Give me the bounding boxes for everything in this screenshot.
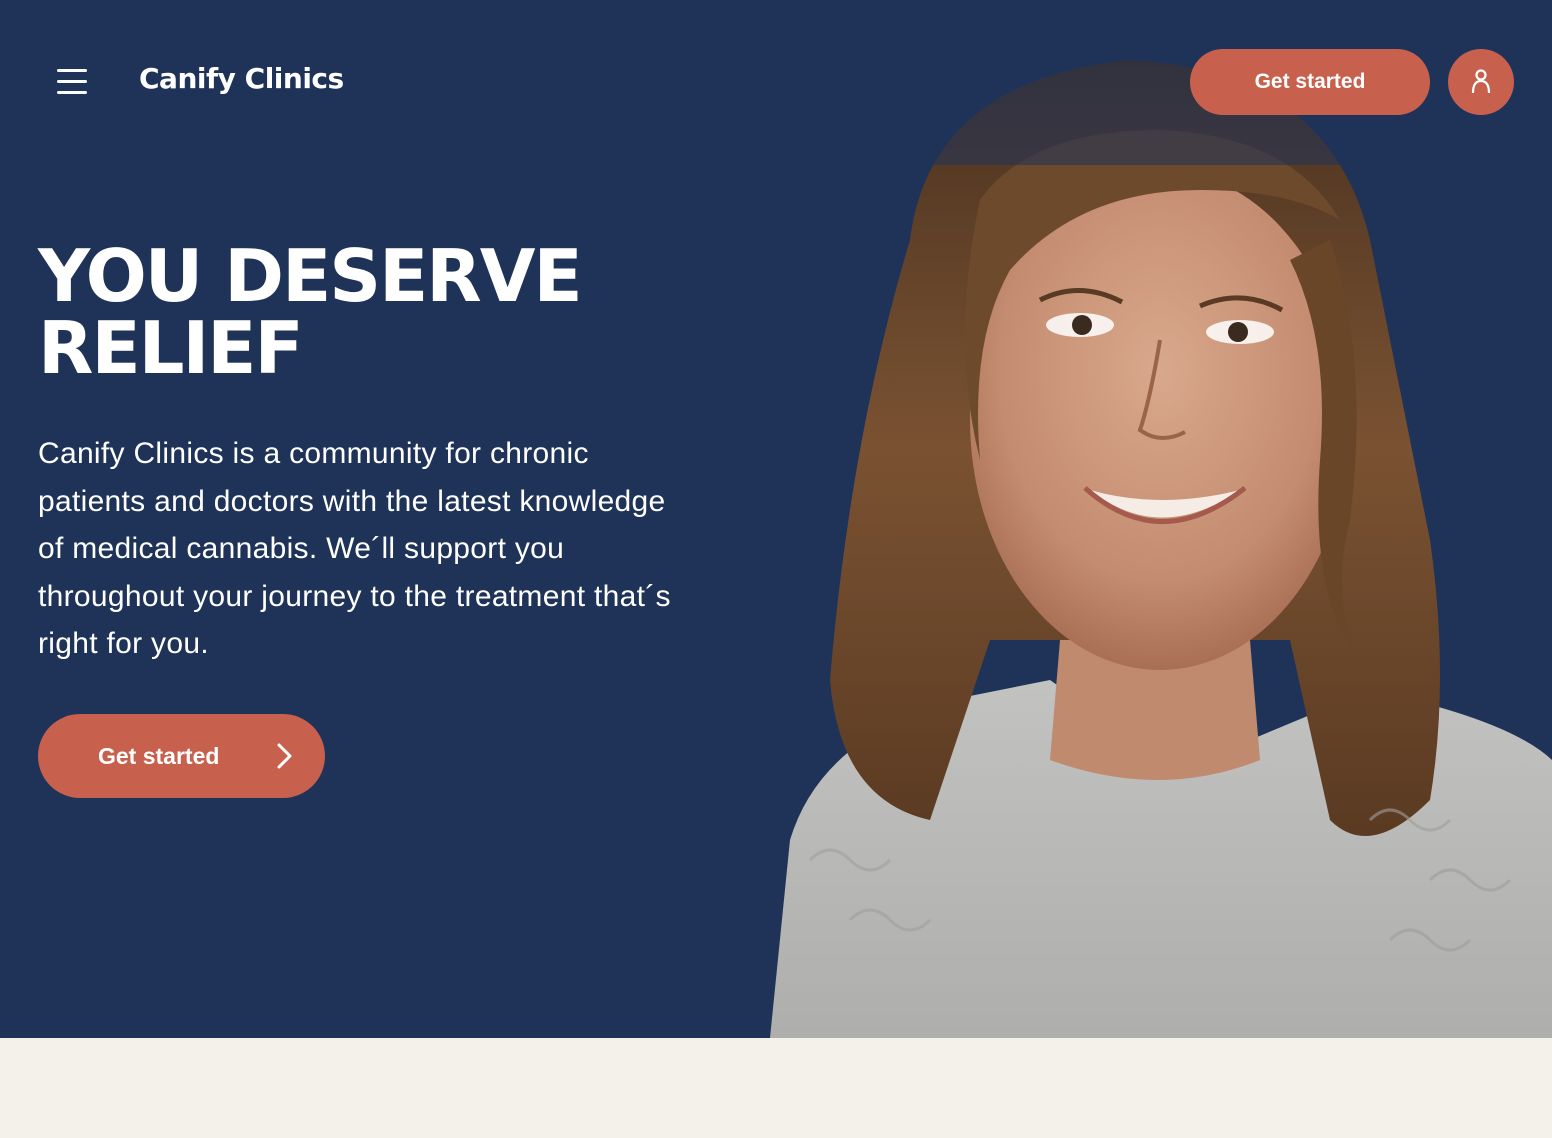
headline-line-1: YOU DESERVE [38,234,583,318]
cta-label: Get started [98,743,220,769]
header-get-started-button[interactable]: Get started [1190,49,1430,115]
user-icon [1471,69,1491,94]
hero-get-started-button[interactable]: Get started [38,714,325,798]
chevron-right-icon [277,743,292,769]
site-logo[interactable]: Canify Clinics [139,62,344,95]
account-button[interactable] [1448,49,1514,115]
next-section [0,1038,1552,1138]
hamburger-menu-icon[interactable] [50,60,94,104]
hero-section: Canify Clinics Get started YOU DESERVE R… [0,0,1552,1038]
headline-line-2: RELIEF [38,306,304,390]
hero-headline: YOU DESERVE RELIEF [38,240,738,384]
hero-portrait-image [770,40,1552,1038]
site-header: Canify Clinics Get started [0,0,1552,165]
hero-description: Canify Clinics is a community for chroni… [38,437,671,660]
